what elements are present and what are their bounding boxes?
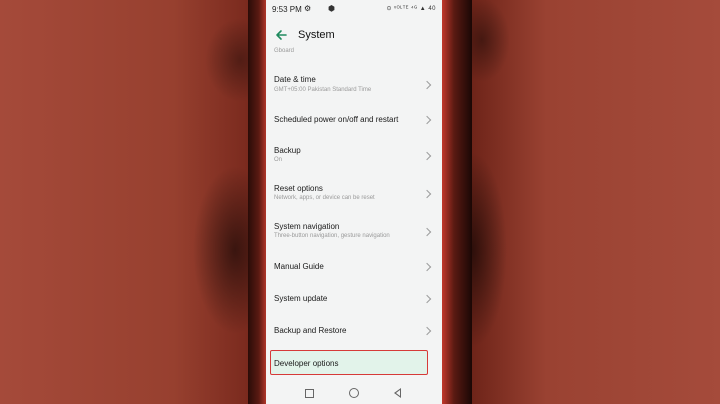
status-time: 9:53 PM: [272, 5, 302, 14]
chevron-right-icon: [422, 80, 432, 90]
item-title: Reset options: [274, 184, 323, 193]
settings-item-date-time[interactable]: Date & time GMT+05:00 Pakistan Standard …: [266, 62, 442, 100]
item-subtitle: On: [274, 157, 283, 163]
background-edge-left: [248, 0, 266, 404]
chevron-right-icon: [422, 151, 432, 161]
item-subtitle: Network, apps, or device can be reset: [274, 195, 375, 201]
back-arrow-icon[interactable]: [274, 28, 288, 42]
item-title: Backup and Restore: [274, 326, 347, 335]
background-right: [472, 0, 720, 404]
item-subtitle: Three-button navigation, gesture navigat…: [274, 233, 390, 239]
settings-gear-icon: ⚙: [304, 4, 312, 13]
background-left: [0, 0, 248, 404]
background-edge-right: [442, 0, 472, 404]
navigation-bar: [266, 382, 442, 404]
chevron-right-icon: [422, 294, 432, 304]
previous-item-subtitle: Gboard: [274, 48, 295, 54]
settings-item-reset-options[interactable]: Reset options Network, apps, or device c…: [266, 174, 442, 212]
settings-item-developer-options[interactable]: Developer options: [270, 350, 428, 375]
item-title: Backup: [274, 146, 301, 155]
item-title: Manual Guide: [274, 262, 324, 271]
chevron-right-icon: [422, 262, 432, 272]
item-title: Scheduled power on/off and restart: [274, 115, 399, 124]
shield-icon: ⬢: [328, 4, 335, 13]
status-indicators: ⊙ ᵛᴼᴸᵀᴱ ⁴ᴳ ▲ 40: [386, 6, 436, 12]
settings-item-backup-restore[interactable]: Backup and Restore: [266, 314, 442, 346]
item-title: System navigation: [274, 222, 340, 231]
item-title: System update: [274, 294, 328, 303]
item-subtitle: GMT+05:00 Pakistan Standard Time: [274, 87, 372, 93]
settings-item-system-navigation[interactable]: System navigation Three-button navigatio…: [266, 212, 442, 250]
settings-item-scheduled-power[interactable]: Scheduled power on/off and restart: [266, 102, 442, 136]
phone-screen: 9:53 PM ⚙ ⬢ ⊙ ᵛᴼᴸᵀᴱ ⁴ᴳ ▲ 40 System Gboar…: [266, 0, 442, 404]
back-triangle-icon[interactable]: [394, 388, 401, 398]
recent-apps-icon[interactable]: [305, 389, 314, 398]
item-title: Developer options: [274, 359, 339, 368]
page-title: System: [298, 29, 335, 41]
settings-item-system-update[interactable]: System update: [266, 282, 442, 314]
settings-item-backup[interactable]: Backup On: [266, 136, 442, 174]
chevron-right-icon: [422, 326, 432, 336]
chevron-right-icon: [422, 189, 432, 199]
chevron-right-icon: [422, 227, 432, 237]
home-icon[interactable]: [349, 388, 359, 398]
chevron-right-icon: [422, 115, 432, 125]
status-bar: 9:53 PM ⚙ ⬢ ⊙ ᵛᴼᴸᵀᴱ ⁴ᴳ ▲ 40: [266, 0, 442, 20]
item-title: Date & time: [274, 75, 316, 84]
settings-item-manual-guide[interactable]: Manual Guide: [266, 250, 442, 282]
